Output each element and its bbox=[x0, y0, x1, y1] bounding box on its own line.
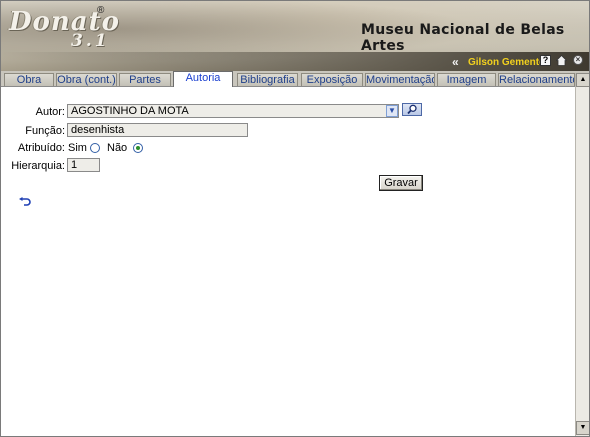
app-window: Donato 3.1 ® Museu Nacional de Belas Art… bbox=[0, 0, 590, 437]
search-button[interactable] bbox=[402, 103, 422, 116]
close-icon[interactable]: × bbox=[573, 55, 584, 66]
tab-obra-cont[interactable]: Obra (cont.) bbox=[56, 73, 117, 86]
atribuido-label: Atribuído: bbox=[17, 142, 65, 154]
undo-arrow-icon[interactable] bbox=[19, 195, 31, 209]
magnifier-icon bbox=[407, 104, 417, 115]
scroll-up-arrow-icon[interactable]: ▲ bbox=[576, 73, 589, 87]
radio-sim[interactable] bbox=[90, 143, 100, 153]
home-icon[interactable] bbox=[555, 54, 568, 66]
museum-name: Museu Nacional de Belas Artes bbox=[361, 22, 565, 54]
dropdown-arrow-icon[interactable]: ▼ bbox=[386, 105, 398, 117]
save-button[interactable]: Gravar bbox=[379, 175, 423, 191]
vertical-scrollbar[interactable]: ▲ ▼ bbox=[575, 73, 589, 436]
tab-partes[interactable]: Partes bbox=[119, 73, 171, 86]
tab-bibliografia[interactable]: Bibliografia bbox=[237, 73, 298, 86]
tab-movimentacao[interactable]: Movimentação bbox=[365, 73, 435, 86]
logo-version: 3.1 bbox=[71, 31, 110, 51]
tab-imagem[interactable]: Imagem bbox=[437, 73, 496, 86]
logo-registered-mark: ® bbox=[97, 5, 105, 16]
tab-obra[interactable]: Obra bbox=[4, 73, 54, 86]
radio-sim-label: Sim bbox=[68, 142, 87, 154]
funcao-field[interactable]: desenhista bbox=[67, 123, 248, 137]
tab-relacionamento[interactable]: Relacionamento bbox=[498, 73, 575, 86]
scroll-down-arrow-icon[interactable]: ▼ bbox=[576, 421, 589, 435]
app-logo: Donato 3.1 ® bbox=[9, 5, 119, 53]
hierarquia-label: Hierarquia: bbox=[11, 160, 65, 172]
collapse-chevron-icon[interactable]: « bbox=[452, 55, 459, 69]
radio-nao[interactable] bbox=[133, 143, 143, 153]
autor-select[interactable]: AGOSTINHO DA MOTA bbox=[67, 104, 399, 118]
tab-exposicao[interactable]: Exposição bbox=[301, 73, 363, 86]
autor-label: Autor: bbox=[35, 106, 65, 118]
hierarquia-field[interactable]: 1 bbox=[67, 158, 100, 172]
funcao-label: Função: bbox=[25, 125, 65, 137]
radio-nao-label: Não bbox=[107, 142, 128, 154]
tab-autoria[interactable]: Autoria bbox=[173, 71, 233, 87]
help-icon[interactable]: ? bbox=[540, 55, 551, 66]
user-name[interactable]: Gilson Gemente bbox=[468, 57, 545, 68]
